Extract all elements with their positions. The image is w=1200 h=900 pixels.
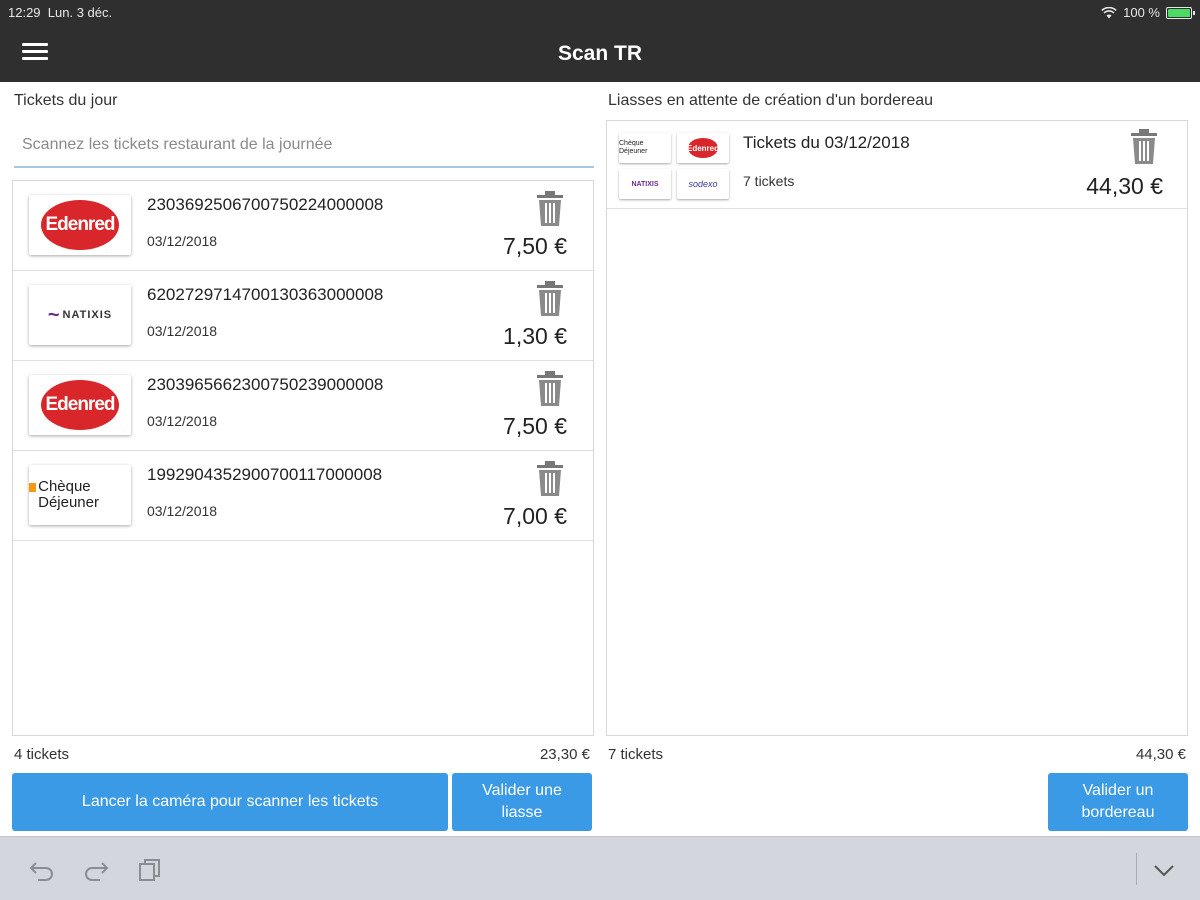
ticket-date: 03/12/2018 <box>147 413 218 429</box>
status-right: 100 % <box>1101 5 1195 20</box>
ticket-amount: 7,50 € <box>503 413 567 439</box>
ticket-amount: 7,50 € <box>503 233 567 259</box>
sodexo-logo: sodexo <box>677 169 729 199</box>
liasse-count: 7 tickets <box>743 173 795 189</box>
cheque-dejeuner-logo: Chèque Déjeuner <box>619 133 671 163</box>
validate-bordereau-button[interactable]: Valider un bordereau <box>1048 773 1188 831</box>
liasse-title: Tickets du 03/12/2018 <box>743 133 910 152</box>
chevron-down-icon[interactable] <box>1150 857 1178 883</box>
ticket-row[interactable]: Chèque Déjeuner 199290435290070011700000… <box>13 451 593 541</box>
nav-bar: Scan TR <box>0 26 1200 82</box>
tickets-list: Edenred 2303692506700750224000008 03/12/… <box>12 180 594 736</box>
ticket-row[interactable]: Edenred 2303692506700750224000008 03/12/… <box>13 181 593 271</box>
liasse-row[interactable]: Chèque Déjeuner Edenred NATIXIS sodexo T… <box>607 121 1187 209</box>
battery-percent: 100 % <box>1123 5 1160 20</box>
edenred-logo: Edenred <box>29 375 131 435</box>
liasse-amount: 44,30 € <box>1086 173 1163 199</box>
ticket-date: 03/12/2018 <box>147 233 218 249</box>
edenred-logo: Edenred <box>29 195 131 255</box>
natixis-logo: ~ NATIXIS <box>29 285 131 345</box>
ticket-code: 2303692506700750224000008 <box>147 195 384 214</box>
ticket-amount: 1,30 € <box>503 323 567 349</box>
trash-icon[interactable] <box>535 371 565 407</box>
wifi-icon <box>1101 6 1117 18</box>
ticket-row[interactable]: Edenred 2303965662300750239000008 03/12/… <box>13 361 593 451</box>
tickets-total: 23,30 € <box>539 746 590 763</box>
tickets-du-jour-title: Tickets du jour <box>14 92 118 109</box>
ticket-row[interactable]: ~ NATIXIS 6202729714700130363000008 03/12… <box>13 271 593 361</box>
validate-liasse-button[interactable]: Valider une liasse <box>452 773 592 831</box>
ticket-code: 1992904352900700117000008 <box>147 465 383 484</box>
status-time: 12:29 Lun. 3 déc. <box>8 5 113 20</box>
edenred-logo: Edenred <box>677 133 729 163</box>
keyboard-toolbar <box>0 836 1200 900</box>
scan-input[interactable] <box>14 124 594 168</box>
battery-icon <box>1166 6 1195 19</box>
trash-icon[interactable] <box>535 191 565 227</box>
ticket-code: 2303965662300750239000008 <box>147 375 384 394</box>
paste-icon[interactable] <box>136 857 164 883</box>
ticket-date: 03/12/2018 <box>147 503 218 519</box>
trash-icon[interactable] <box>535 461 565 497</box>
status-bar: 12:29 Lun. 3 déc. 100 % <box>0 0 1200 26</box>
natixis-logo: NATIXIS <box>619 169 671 199</box>
liasses-total: 44,30 € <box>1135 746 1186 763</box>
redo-icon[interactable] <box>82 857 110 883</box>
page-title: Scan TR <box>557 42 643 65</box>
tickets-count: 4 tickets <box>14 746 70 763</box>
trash-icon[interactable] <box>1129 129 1159 165</box>
liasses-list: Chèque Déjeuner Edenred NATIXIS sodexo T… <box>606 120 1188 736</box>
liasses-count: 7 tickets <box>608 746 664 763</box>
cheque-dejeuner-logo: Chèque Déjeuner <box>29 465 131 525</box>
toolbar-separator <box>1136 853 1137 885</box>
trash-icon[interactable] <box>535 281 565 317</box>
liasse-logos: Chèque Déjeuner Edenred NATIXIS sodexo <box>619 131 729 199</box>
liasses-title: Liasses en attente de création d'un bord… <box>608 92 934 109</box>
ticket-amount: 7,00 € <box>503 503 567 529</box>
undo-icon[interactable] <box>28 857 56 883</box>
ticket-date: 03/12/2018 <box>147 323 218 339</box>
ticket-code: 6202729714700130363000008 <box>147 285 384 304</box>
launch-camera-button[interactable]: Lancer la caméra pour scanner les ticket… <box>12 773 448 831</box>
